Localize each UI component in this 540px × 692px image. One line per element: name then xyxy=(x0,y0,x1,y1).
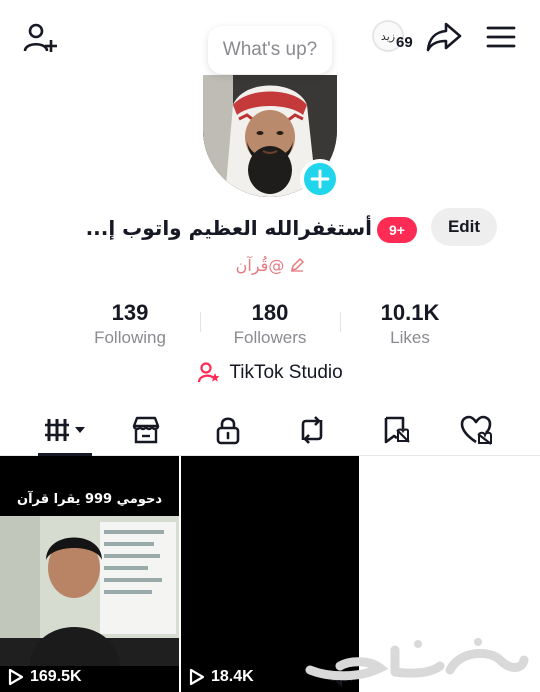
coin-count: 69 xyxy=(396,34,413,51)
coin-badge[interactable]: زيد 69 xyxy=(370,18,418,58)
notification-badge[interactable]: 9+ xyxy=(377,217,417,243)
avatar-container xyxy=(203,75,340,199)
view-count: 18.4K xyxy=(189,668,254,686)
plus-icon xyxy=(310,169,330,189)
haraj-watermark-logo xyxy=(305,638,529,681)
stat-value: 180 xyxy=(251,300,289,325)
view-count-value: 18.4K xyxy=(211,668,254,685)
share-button[interactable] xyxy=(424,16,464,58)
stat-value: 10.1K xyxy=(380,300,440,325)
status-bubble[interactable]: What's up? xyxy=(208,26,332,74)
add-friend-button[interactable] xyxy=(18,16,62,60)
bookmark-icon xyxy=(384,416,410,444)
stat-label: Followers xyxy=(233,328,307,347)
edit-profile-button[interactable]: Edit xyxy=(431,208,497,246)
stat-followers[interactable]: 180 Followers xyxy=(200,300,340,350)
heart-icon xyxy=(460,415,492,445)
add-avatar-button[interactable] xyxy=(300,159,340,199)
tab-reposts[interactable] xyxy=(282,404,342,456)
studio-label: TikTok Studio xyxy=(229,362,343,383)
profile-stats: 139 Following 180 Followers 10.1K Likes xyxy=(60,300,480,350)
menu-button[interactable] xyxy=(480,16,522,58)
pencil-icon xyxy=(291,258,305,272)
stat-value: 139 xyxy=(111,300,149,325)
shop-icon xyxy=(132,416,160,444)
repost-icon xyxy=(301,416,323,444)
profile-tabs xyxy=(0,404,540,456)
person-plus-icon xyxy=(23,23,57,52)
view-count: 169.5K xyxy=(8,668,82,686)
stat-likes[interactable]: 10.1K Likes xyxy=(340,300,480,350)
view-count-value: 169.5K xyxy=(30,668,82,685)
tab-favorites[interactable] xyxy=(366,404,426,456)
tab-liked[interactable] xyxy=(446,404,506,456)
hamburger-menu-icon xyxy=(486,26,516,48)
videos-grid-icon xyxy=(45,419,85,441)
studio-person-icon xyxy=(198,362,220,383)
username: @قُرآن xyxy=(235,255,285,275)
play-icon xyxy=(189,668,205,686)
stat-following[interactable]: 139 Following xyxy=(60,300,200,350)
share-arrow-icon xyxy=(426,22,462,52)
tab-shop[interactable] xyxy=(116,404,176,456)
video-preview-image xyxy=(0,516,179,666)
video-caption: دحومي 999 يقرا قرآن xyxy=(16,492,163,507)
video-thumbnail[interactable]: دحومي 999 يقرا قرآن 169.5K xyxy=(0,456,179,692)
name-row: أستغفرالله العظيم واتوب إ... 9+ Edit xyxy=(0,208,540,252)
play-icon xyxy=(8,668,24,686)
username-row[interactable]: @قُرآن xyxy=(0,252,540,278)
tiktok-studio-link[interactable]: TikTok Studio xyxy=(0,360,540,386)
stat-label: Likes xyxy=(390,328,430,347)
display-name[interactable]: أستغفرالله العظيم واتوب إ... xyxy=(86,216,372,240)
tab-private[interactable] xyxy=(198,404,258,456)
lock-icon xyxy=(216,417,240,445)
stat-label: Following xyxy=(94,328,166,347)
tab-videos[interactable] xyxy=(36,404,96,456)
